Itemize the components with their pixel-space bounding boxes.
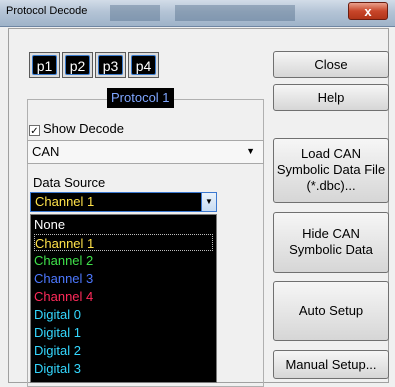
dropdown-option-digital-2[interactable]: Digital 2 xyxy=(34,342,213,359)
title-bar: Protocol Decode x xyxy=(0,0,395,27)
load-can-dbc-button-label: Load CAN Symbolic Data File (*.dbc)... xyxy=(276,146,386,193)
window-close-button[interactable]: x xyxy=(348,2,388,20)
dropdown-option-channel-1[interactable]: Channel 1 xyxy=(34,234,213,251)
dropdown-option-channel-2[interactable]: Channel 2 xyxy=(34,252,213,269)
data-source-dropdown-list: None Channel 1 Channel 2 Channel 3 Chann… xyxy=(30,214,217,383)
title-bar-decoration xyxy=(175,5,295,21)
dropdown-option-digital-3[interactable]: Digital 3 xyxy=(34,360,213,377)
hide-can-symbolic-button-label: Hide CAN Symbolic Data xyxy=(289,226,373,257)
protocol-button-p1[interactable]: p1 xyxy=(29,52,60,78)
dropdown-option-digital-0[interactable]: Digital 0 xyxy=(34,306,213,323)
hide-can-symbolic-button[interactable]: Hide CAN Symbolic Data xyxy=(273,212,389,273)
show-decode-checkbox[interactable]: ✓ Show Decode xyxy=(29,121,124,137)
title-bar-decoration xyxy=(110,5,160,21)
dropdown-option-channel-4[interactable]: Channel 4 xyxy=(34,288,213,305)
data-source-label: Data Source xyxy=(33,175,106,190)
manual-setup-button-label: Manual Setup... xyxy=(285,357,377,372)
data-source-select[interactable]: Channel 1 xyxy=(30,192,217,212)
load-can-dbc-button[interactable]: Load CAN Symbolic Data File (*.dbc)... xyxy=(273,138,389,203)
protocol-group-title: Protocol 1 xyxy=(107,88,174,108)
dropdown-option-channel-3[interactable]: Channel 3 xyxy=(34,270,213,287)
protocol-button-p2[interactable]: p2 xyxy=(62,52,93,78)
auto-setup-button[interactable]: Auto Setup xyxy=(273,281,389,341)
protocol-button-label: p2 xyxy=(65,55,90,75)
close-button[interactable]: Close xyxy=(273,51,389,78)
window-title: Protocol Decode xyxy=(6,5,88,17)
close-button-label: Close xyxy=(314,57,348,72)
protocol-button-p4[interactable]: p4 xyxy=(128,52,159,78)
chevron-down-icon[interactable]: ▼ xyxy=(201,192,217,212)
help-button[interactable]: Help xyxy=(273,84,389,111)
dropdown-option-digital-1[interactable]: Digital 1 xyxy=(34,324,213,341)
chevron-down-icon: ▼ xyxy=(246,146,255,156)
protocol-button-label: p4 xyxy=(131,55,156,75)
show-decode-label: Show Decode xyxy=(43,121,124,136)
protocol-button-p3[interactable]: p3 xyxy=(95,52,126,78)
dropdown-option-none[interactable]: None xyxy=(34,216,213,233)
help-button-label: Help xyxy=(317,90,345,105)
auto-setup-button-label: Auto Setup xyxy=(298,303,364,318)
protocol-button-label: p1 xyxy=(32,55,57,75)
checkbox-check-icon[interactable]: ✓ xyxy=(29,125,40,137)
protocol-select-value: CAN xyxy=(32,144,60,159)
protocol-select[interactable]: CAN ▼ xyxy=(27,140,264,164)
manual-setup-button[interactable]: Manual Setup... xyxy=(273,350,389,379)
protocol-button-label: p3 xyxy=(98,55,123,75)
